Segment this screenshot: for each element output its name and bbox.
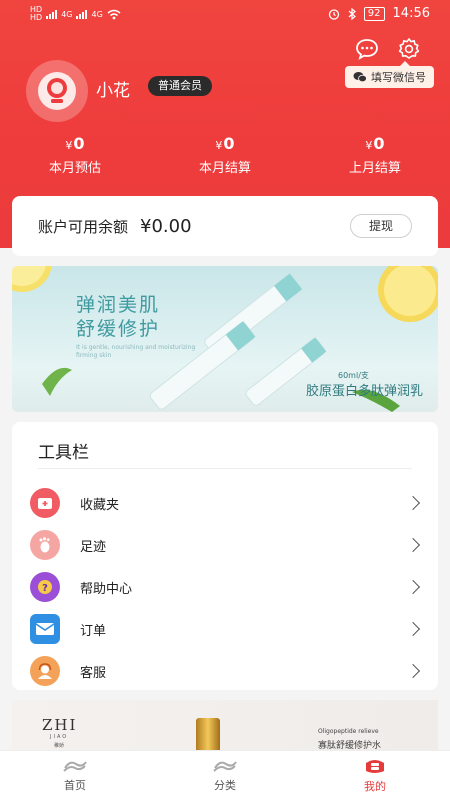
tool-item-label: 客服	[80, 665, 107, 681]
divider	[38, 468, 412, 469]
footprint-icon	[30, 530, 60, 560]
network-label: 4G	[91, 9, 103, 19]
chevron-right-icon	[405, 579, 421, 595]
nav-label: 我的	[364, 780, 386, 793]
favorites-icon	[30, 488, 60, 518]
nav-mine[interactable]: 我的	[300, 751, 450, 800]
alarm-icon	[328, 8, 339, 20]
chevron-right-icon	[405, 495, 421, 511]
network-label: 4G	[61, 9, 73, 19]
stat-value: 0	[223, 134, 235, 153]
stat-label: 本月预估	[48, 161, 101, 176]
promo-tagline-en: Oligopeptide relieve	[318, 728, 379, 735]
earnings-stats: ¥0 本月预估 ¥0 本月结算 ¥0 上月结算	[0, 134, 450, 176]
nav-category[interactable]: 分类	[150, 751, 300, 800]
hd-label: HD	[30, 13, 43, 22]
currency-symbol: ¥	[65, 139, 73, 152]
stat-label: 本月结算	[198, 161, 251, 176]
tool-item-customer-service[interactable]: 客服	[30, 654, 422, 688]
toolbar-card: 工具栏 收藏夹 足迹 ? 帮助中心 订单 客服	[12, 422, 438, 690]
battery-indicator: 92	[363, 6, 385, 21]
gear-icon	[398, 38, 420, 59]
orders-icon	[30, 614, 60, 644]
balance-label: 账户可用余额	[38, 217, 129, 236]
tool-item-label: 帮助中心	[80, 581, 133, 597]
member-badge: 普通会员	[148, 76, 212, 96]
tool-item-label: 订单	[80, 623, 107, 639]
promo-brand-cn: 稚娇	[54, 743, 65, 749]
username: 小花	[96, 81, 130, 101]
nav-home[interactable]: 首页	[0, 751, 150, 800]
promo-brand-en: ZHI	[42, 716, 78, 734]
banner-title-line1: 弹润美肌	[76, 294, 161, 316]
default-avatar-icon	[38, 72, 76, 110]
message-button[interactable]	[354, 36, 380, 62]
stat-value: 0	[373, 134, 385, 153]
currency-symbol: ¥	[365, 139, 373, 152]
tool-item-label: 收藏夹	[80, 497, 120, 513]
wifi-icon	[107, 9, 121, 19]
signal-icon	[46, 9, 58, 19]
currency-symbol: ¥	[215, 139, 223, 152]
stat-label: 上月结算	[348, 161, 401, 176]
chevron-right-icon	[405, 621, 421, 637]
status-bar: HD HD 4G 4G 92 14:56	[0, 0, 450, 30]
profile-icon	[366, 760, 384, 773]
toolbar-title: 工具栏	[38, 443, 89, 463]
chevron-right-icon	[405, 537, 421, 553]
promo-brand-sub: JIAO	[50, 734, 69, 740]
tool-item-footprint[interactable]: 足迹	[30, 528, 422, 562]
banner-product-name: 胶原蛋白多肽弹润乳	[306, 384, 424, 399]
help-icon: ?	[30, 572, 60, 602]
bottom-navigation: 首页 分类 我的	[0, 750, 450, 800]
wechat-id-label: 填写微信号	[371, 71, 426, 84]
home-icon	[63, 761, 87, 772]
stat-value: 0	[73, 134, 85, 153]
settings-button[interactable]	[396, 36, 422, 62]
customer-service-icon	[30, 656, 60, 686]
balance-amount: ¥0.00	[140, 215, 192, 237]
withdraw-button[interactable]: 提现	[349, 214, 412, 238]
nav-label: 首页	[64, 779, 86, 792]
banner-english-text: It is gentle, nourishing and moisturizin…	[76, 344, 196, 359]
avatar[interactable]	[26, 60, 88, 122]
bluetooth-icon	[348, 7, 356, 20]
category-icon	[213, 761, 237, 772]
tool-item-orders[interactable]: 订单	[30, 612, 422, 646]
promo-banner[interactable]: 弹润美肌 舒缓修护 It is gentle, nourishing and m…	[12, 266, 438, 412]
stat-this-month-settled[interactable]: ¥0 本月结算	[150, 134, 300, 176]
stat-last-month-settled[interactable]: ¥0 上月结算	[300, 134, 450, 176]
nav-label: 分类	[214, 779, 236, 792]
svg-text:?: ?	[42, 583, 48, 594]
wechat-id-button[interactable]: 填写微信号	[345, 61, 434, 88]
balance-card: 账户可用余额 ¥0.00 提现	[12, 196, 438, 256]
tool-item-favorites[interactable]: 收藏夹	[30, 486, 422, 520]
banner-title-line2: 舒缓修护	[76, 318, 161, 340]
tool-item-label: 足迹	[80, 539, 107, 555]
chevron-right-icon	[405, 663, 421, 679]
tool-item-help-center[interactable]: ? 帮助中心	[30, 570, 422, 604]
clock: 14:56	[392, 6, 430, 21]
chat-bubble-icon	[356, 39, 378, 60]
signal-icon	[76, 9, 88, 19]
stat-this-month-estimate[interactable]: ¥0 本月预估	[0, 134, 150, 176]
wechat-icon	[353, 72, 367, 83]
